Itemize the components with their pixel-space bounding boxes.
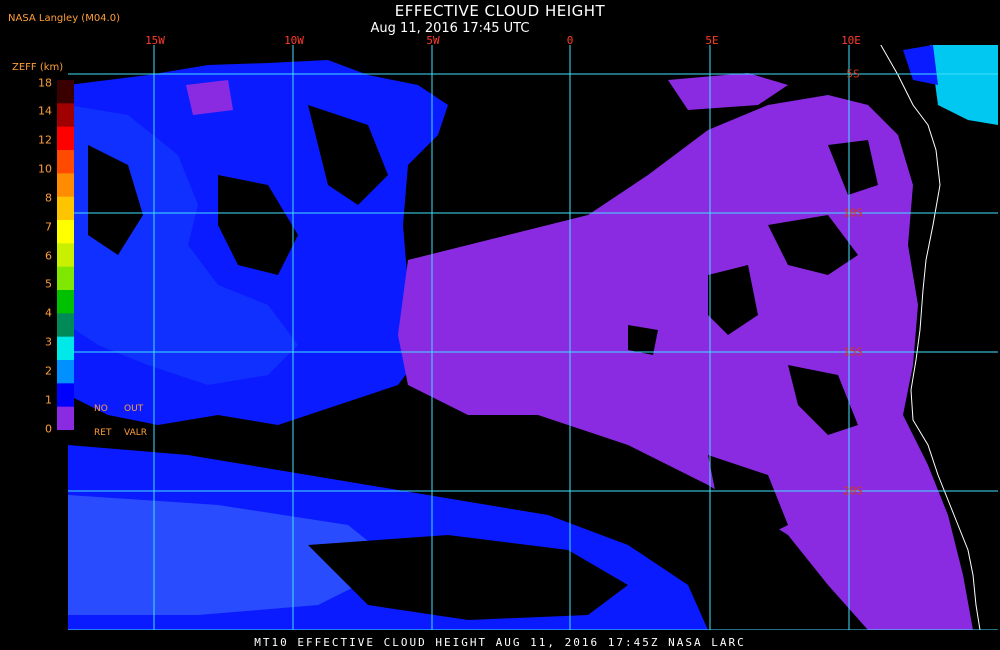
colorbar-tick: 14 xyxy=(38,104,52,118)
colorbar-swatch xyxy=(57,220,74,244)
colorbar-swatch xyxy=(57,103,74,128)
legend-valr-label: VALR xyxy=(124,428,148,438)
footer-caption: MT10 EFFECTIVE CLOUD HEIGHT AUG 11, 2016… xyxy=(254,636,746,649)
timestamp: Aug 11, 2016 17:45 UTC xyxy=(370,21,530,36)
colorbar-tick: 0 xyxy=(45,422,52,436)
colorbar-tick: 6 xyxy=(45,249,52,263)
colorbar-swatch xyxy=(57,360,74,384)
colorbar-swatch xyxy=(57,406,74,430)
legend-out-label: OUT xyxy=(124,404,144,414)
colorbar-tick: 12 xyxy=(38,133,52,147)
lat-label-10s: 10S xyxy=(843,206,863,220)
lon-label-10w: 10W xyxy=(284,34,304,47)
colorbar-unit-label: ZEFF (km) xyxy=(12,62,64,73)
lat-label-5s: 5S xyxy=(846,67,860,81)
colorbar-tick: 18 xyxy=(38,76,52,90)
colorbar xyxy=(57,80,74,430)
legend-no-label: NO xyxy=(94,404,108,414)
colorbar-tick: 3 xyxy=(45,335,52,349)
colorbar-tick: 1 xyxy=(45,393,52,407)
colorbar-swatch xyxy=(57,290,74,314)
colorbar-swatch xyxy=(57,336,74,361)
lon-label-10e: 10E xyxy=(841,34,861,47)
lon-label-5w: 5W xyxy=(426,34,440,47)
lon-label-15w: 15W xyxy=(145,34,165,47)
lat-label-15s: 15S xyxy=(843,345,863,359)
cloud-field-purple-nw xyxy=(186,80,233,115)
colorbar-tick: 7 xyxy=(45,220,52,234)
colorbar-swatch xyxy=(57,266,74,291)
lon-label-5e: 5E xyxy=(705,34,719,47)
colorbar-tick: 5 xyxy=(45,277,52,291)
colorbar-swatch xyxy=(57,243,74,268)
colorbar-tick: 8 xyxy=(45,191,52,205)
cloud-height-map xyxy=(68,45,998,630)
page-title: EFFECTIVE CLOUD HEIGHT xyxy=(394,2,606,20)
lon-label-0: 0 xyxy=(566,34,574,47)
lat-label-20s: 20S xyxy=(843,484,863,498)
colorbar-swatch xyxy=(57,383,74,408)
version-label: NASA Langley (M04.0) xyxy=(8,13,120,24)
colorbar-tick: 2 xyxy=(45,364,52,378)
colorbar-swatch xyxy=(57,313,74,338)
clear-gap-purple-2 xyxy=(628,325,658,355)
colorbar-tick: 10 xyxy=(38,162,52,176)
colorbar-swatch xyxy=(57,80,74,104)
colorbar-swatch xyxy=(57,196,74,221)
colorbar-swatch xyxy=(57,173,74,198)
colorbar-swatch xyxy=(57,126,74,151)
colorbar-tick: 4 xyxy=(45,306,52,320)
map-window: EFFECTIVE CLOUD HEIGHT Aug 11, 2016 17:4… xyxy=(0,0,1000,650)
colorbar-swatch xyxy=(57,150,74,174)
legend-ret-label: RET xyxy=(94,428,112,438)
